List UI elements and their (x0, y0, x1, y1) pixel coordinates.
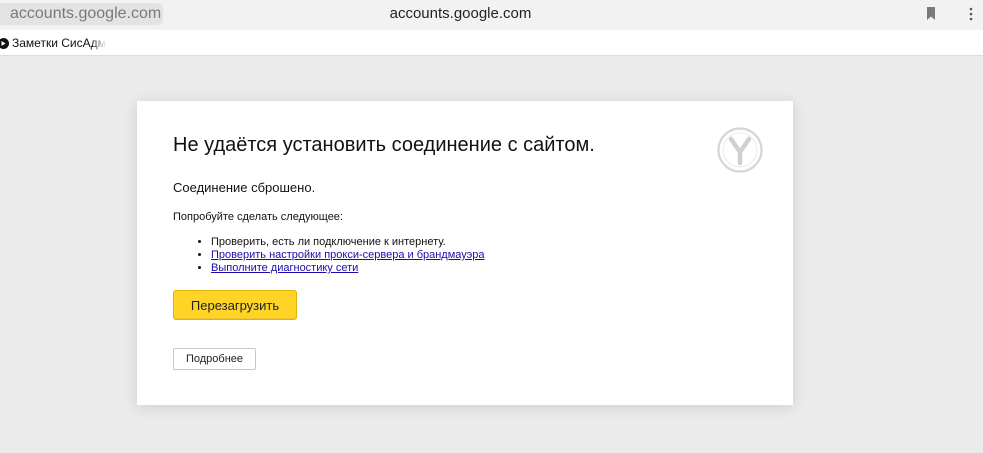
suggestions-list: Проверить, есть ли подключение к интерне… (173, 236, 485, 275)
suggestion-check-connection: Проверить, есть ли подключение к интерне… (211, 236, 446, 248)
address-text[interactable]: accounts.google.com (0, 4, 921, 24)
bookmark-icon[interactable] (926, 7, 936, 20)
error-card: Не удаётся установить соединение с сайто… (137, 101, 793, 405)
menu-icon[interactable] (969, 7, 973, 21)
site-favicon-icon (0, 37, 9, 49)
address-bar: accounts.google.com accounts.google.com (0, 0, 983, 30)
list-item: Проверить настройки прокси-сервера и бра… (211, 249, 485, 262)
bookmarks-bar: Заметки СисАдм (0, 30, 983, 56)
bookmark-label: Заметки СисАдм (12, 36, 106, 50)
details-button[interactable]: Подробнее (173, 348, 256, 370)
network-diagnostics-link[interactable]: Выполните диагностику сети (211, 262, 358, 274)
error-subtitle: Соединение сброшено. (173, 180, 316, 195)
list-item: Проверить, есть ли подключение к интерне… (211, 236, 485, 249)
try-heading: Попробуйте сделать следующее: (173, 211, 343, 223)
bookmark-item[interactable]: Заметки СисАдм (0, 35, 106, 51)
yandex-browser-logo-icon (717, 127, 763, 173)
reload-button[interactable]: Перезагрузить (173, 290, 297, 320)
list-item: Выполните диагностику сети (211, 262, 485, 275)
proxy-firewall-link[interactable]: Проверить настройки прокси-сервера и бра… (211, 249, 485, 261)
error-title: Не удаётся установить соединение с сайто… (173, 134, 595, 156)
